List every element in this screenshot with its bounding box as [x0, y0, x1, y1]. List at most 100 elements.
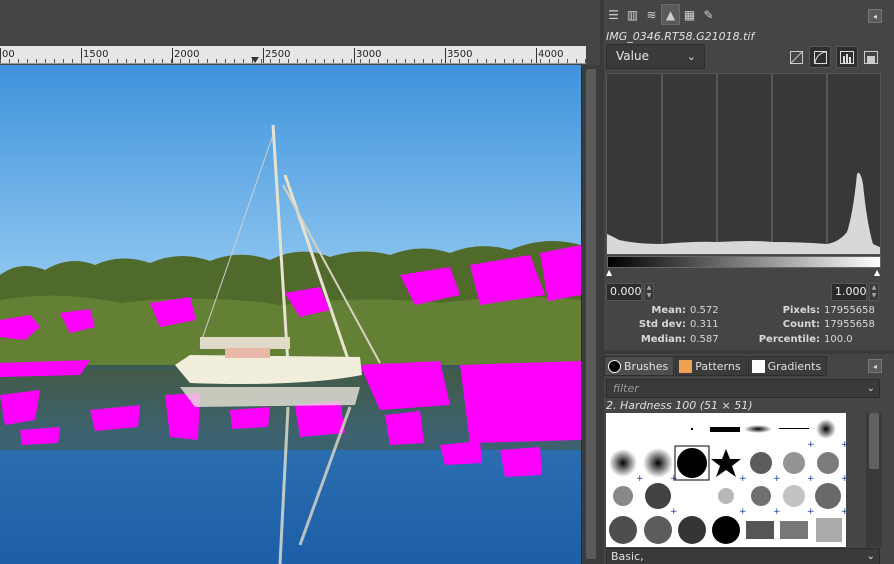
pattern-swatch-icon — [679, 359, 693, 373]
ruler-minor-tick — [261, 59, 262, 63]
pattern-icon[interactable]: ▦ — [680, 4, 699, 25]
ruler-tick — [536, 48, 537, 63]
panel-menu-icon[interactable]: ◂ — [868, 9, 882, 23]
brush-grid[interactable]: + + + + + + + + + + + + + — [606, 413, 846, 547]
dock-tab-bar: ☰ ▥ ≋ ▲ ▦ ✎ — [604, 4, 718, 26]
brush-panel-menu-icon[interactable]: ◂ — [868, 359, 882, 373]
ruler-label: 2000 — [174, 49, 200, 60]
ruler-minor-tick — [486, 59, 487, 63]
svg-text:+: + — [739, 474, 747, 484]
brush-previews: + + + + + + + + + + + + + — [609, 419, 846, 544]
ruler-tick — [263, 48, 264, 63]
ruler-minor-tick — [0, 59, 1, 63]
ruler-minor-tick — [414, 59, 415, 63]
channel-select[interactable]: Value ⌄ — [606, 44, 705, 69]
ruler-minor-tick — [153, 59, 154, 63]
ruler-minor-tick — [198, 59, 199, 63]
ruler-minor-tick — [423, 59, 424, 63]
ruler-minor-tick — [477, 59, 478, 63]
ruler-pointer-marker — [251, 57, 259, 63]
median-label: Median: — [640, 334, 686, 345]
log-scale-button[interactable] — [809, 46, 831, 68]
tab-patterns-label: Patterns — [695, 359, 741, 373]
range-max-stepper[interactable]: ▲ ▼ — [869, 283, 879, 301]
dock-separator[interactable] — [604, 350, 894, 354]
tab-patterns[interactable]: Patterns — [675, 356, 747, 376]
ruler-minor-tick — [504, 59, 505, 63]
ruler-minor-tick — [63, 59, 64, 63]
ruler-minor-tick — [459, 59, 460, 63]
ruler-minor-tick — [117, 59, 118, 63]
image-canvas[interactable] — [0, 65, 581, 564]
tab-brushes[interactable]: Brushes — [604, 356, 675, 376]
ruler-minor-tick — [324, 59, 325, 63]
svg-text:+: + — [636, 474, 644, 484]
ruler-minor-tick — [99, 59, 100, 63]
selected-brush-name: 2. Hardness 100 (51 × 51) — [606, 399, 753, 412]
svg-text:+: + — [773, 474, 781, 484]
ruler-label: 1500 — [83, 49, 109, 60]
photo-sailboat — [0, 65, 581, 564]
mean-label: Mean: — [651, 305, 686, 316]
ruler-minor-tick — [90, 59, 91, 63]
ruler-minor-tick — [207, 59, 208, 63]
svg-text:+: + — [807, 440, 815, 450]
ruler-minor-tick — [441, 59, 442, 63]
tab-gradients[interactable]: Gradients — [747, 356, 828, 376]
histogram-outline-button[interactable] — [860, 46, 882, 68]
value-gradient-strip — [607, 256, 881, 268]
brush-filter-input[interactable]: filter ⌄ — [606, 379, 880, 398]
channel-value: Value — [616, 49, 649, 63]
gradient-swatch-icon — [751, 359, 765, 373]
histogram-graph[interactable] — [606, 73, 881, 255]
ruler-minor-tick — [45, 59, 46, 63]
count-value: 17955658 — [824, 319, 875, 330]
chevron-down-icon[interactable]: ⌄ — [867, 380, 875, 397]
tab-brushes-label: Brushes — [624, 359, 669, 373]
layers-icon[interactable]: ☰ — [604, 4, 623, 25]
ruler-minor-tick — [306, 59, 307, 63]
histogram-bars-button[interactable] — [836, 46, 858, 68]
ruler-minor-tick — [108, 59, 109, 63]
ruler-minor-tick — [126, 59, 127, 63]
ruler-minor-tick — [288, 59, 289, 63]
ruler-label: 4000 — [538, 49, 564, 60]
svg-text:+: + — [670, 507, 678, 517]
linear-scale-button[interactable] — [785, 46, 807, 68]
ruler-minor-tick — [279, 59, 280, 63]
range-end-marker[interactable]: ▲ — [874, 268, 880, 277]
brush-scroll-thumb[interactable] — [869, 413, 879, 469]
channels-icon[interactable]: ▥ — [623, 4, 642, 25]
range-min-stepper[interactable]: ▲ ▼ — [644, 283, 654, 301]
paths-icon[interactable]: ≋ — [642, 4, 661, 25]
dock-panel: ☰ ▥ ≋ ▲ ▦ ✎ ◂ IMG_0346.RT58.G21018.tif V… — [604, 0, 894, 564]
ruler-minor-tick — [315, 59, 316, 63]
svg-text:+: + — [841, 507, 846, 517]
ruler-label: 2500 — [265, 49, 291, 60]
ruler-minor-tick — [513, 59, 514, 63]
range-max-field[interactable]: 1.000 — [831, 283, 867, 301]
ruler-minor-tick — [72, 59, 73, 63]
ruler-minor-tick — [270, 59, 271, 63]
ruler-minor-tick — [549, 59, 550, 63]
brush-icon[interactable]: ✎ — [699, 4, 718, 25]
ruler-minor-tick — [81, 59, 82, 63]
ruler-minor-tick — [9, 59, 10, 63]
horizontal-ruler[interactable]: 00 1500 2000 2500 3000 3500 4000 — [0, 46, 586, 64]
ruler-minor-tick — [243, 59, 244, 63]
ruler-minor-tick — [360, 59, 361, 63]
svg-text:+: + — [670, 474, 678, 484]
scrollbar-thumb[interactable] — [586, 69, 596, 559]
brush-grid-scrollbar[interactable] — [866, 413, 882, 547]
canvas-vertical-scrollbar[interactable] — [581, 65, 600, 564]
range-start-marker[interactable]: ▲ — [606, 268, 612, 277]
ruler-minor-tick — [225, 59, 226, 63]
pixels-label: Pixels: — [782, 305, 820, 316]
brush-set-select[interactable]: Basic, ⌄ — [606, 548, 880, 564]
bars-icon — [840, 50, 854, 64]
stddev-label: Std dev: — [638, 319, 686, 330]
ruler-minor-tick — [144, 59, 145, 63]
svg-text:+: + — [739, 507, 747, 517]
range-min-field[interactable]: 0.000 — [606, 283, 642, 301]
histogram-icon[interactable]: ▲ — [661, 4, 680, 25]
